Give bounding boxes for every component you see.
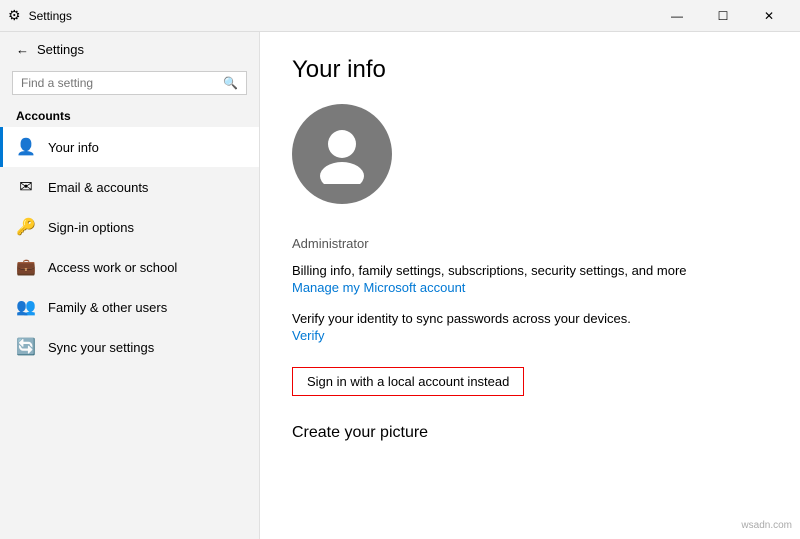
sidebar-label-family-users: Family & other users <box>48 300 167 315</box>
main-content: Your info Administrator Billing info, fa… <box>260 32 800 539</box>
sidebar-item-your-info[interactable]: 👤 Your info <box>0 127 259 167</box>
sidebar-item-email-accounts[interactable]: ✉ Email & accounts <box>0 167 259 207</box>
verify-text: Verify your identity to sync passwords a… <box>292 311 768 326</box>
sidebar-item-sign-in-options[interactable]: 🔑 Sign-in options <box>0 207 259 247</box>
billing-info-text: Billing info, family settings, subscript… <box>292 263 768 278</box>
title-bar-title: Settings <box>29 9 72 23</box>
avatar <box>292 104 392 204</box>
sidebar-icon-your-info: 👤 <box>16 137 36 157</box>
maximize-button[interactable]: ☐ <box>700 0 746 32</box>
create-picture-heading: Create your picture <box>292 424 768 442</box>
user-type-label: Administrator <box>292 236 768 251</box>
sidebar-icon-sync-settings: 🔄 <box>16 337 36 357</box>
sidebar-nav: 👤 Your info ✉ Email & accounts 🔑 Sign-in opti… <box>0 127 259 367</box>
sidebar-item-family-users[interactable]: 👥 Family & other users <box>0 287 259 327</box>
app-body: ← Settings 🔍 Accounts 👤 Your info ✉ Email &… <box>0 32 800 539</box>
close-button[interactable]: ✕ <box>746 0 792 32</box>
title-bar-left: ⚙ Settings <box>8 7 72 24</box>
page-title: Your info <box>292 56 768 84</box>
minimize-button[interactable]: — <box>654 0 700 32</box>
sidebar-icon-family-users: 👥 <box>16 297 36 317</box>
sidebar-icon-email-accounts: ✉ <box>16 177 36 197</box>
sidebar-label-access-work: Access work or school <box>48 260 177 275</box>
sidebar-icon-sign-in-options: 🔑 <box>16 217 36 237</box>
search-box[interactable]: 🔍 <box>12 71 247 95</box>
verify-section: Verify your identity to sync passwords a… <box>292 311 768 343</box>
settings-icon: ⚙ <box>8 7 21 24</box>
search-icon: 🔍 <box>223 76 238 90</box>
search-input[interactable] <box>21 76 223 90</box>
sidebar-item-access-work[interactable]: 💼 Access work or school <box>0 247 259 287</box>
title-bar: ⚙ Settings — ☐ ✕ <box>0 0 800 32</box>
avatar-icon <box>314 124 370 184</box>
sidebar-label-sync-settings: Sync your settings <box>48 340 154 355</box>
sidebar: ← Settings 🔍 Accounts 👤 Your info ✉ Email &… <box>0 32 260 539</box>
title-bar-controls: — ☐ ✕ <box>654 0 792 32</box>
sidebar-icon-access-work: 💼 <box>16 257 36 277</box>
sidebar-section-label: Accounts <box>0 103 259 127</box>
back-button[interactable]: ← Settings <box>0 32 259 67</box>
back-label: Settings <box>37 42 84 57</box>
billing-info-section: Billing info, family settings, subscript… <box>292 263 768 295</box>
sidebar-label-your-info: Your info <box>48 140 99 155</box>
sidebar-item-sync-settings[interactable]: 🔄 Sync your settings <box>0 327 259 367</box>
watermark: wsadn.com <box>741 520 792 531</box>
manage-account-link[interactable]: Manage my Microsoft account <box>292 280 768 295</box>
sidebar-label-email-accounts: Email & accounts <box>48 180 148 195</box>
back-icon: ← <box>16 42 29 57</box>
avatar-area <box>292 104 768 216</box>
verify-link[interactable]: Verify <box>292 328 768 343</box>
sidebar-label-sign-in-options: Sign-in options <box>48 220 134 235</box>
local-account-button[interactable]: Sign in with a local account instead <box>292 367 524 396</box>
